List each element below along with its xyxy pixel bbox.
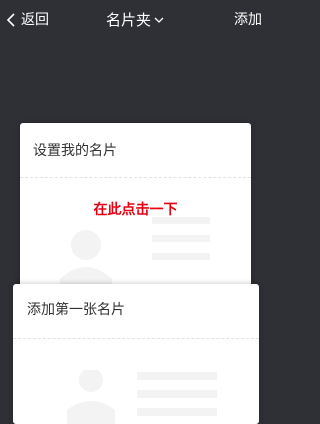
divider [20, 177, 251, 178]
chevron-down-icon [151, 16, 164, 24]
card-placeholder-illustration [63, 368, 233, 424]
navigation-bar: 返回 名片夹 添加 [0, 0, 270, 40]
divider [13, 338, 259, 339]
page-title: 名片夹 [105, 11, 151, 29]
title-dropdown[interactable]: 名片夹 [0, 10, 270, 30]
add-card-title: 添加第一张名片 [27, 302, 125, 318]
add-first-card[interactable]: 添加第一张名片 [13, 284, 259, 424]
setup-card-title: 设置我的名片 [33, 143, 117, 159]
add-button[interactable]: 添加 [234, 10, 262, 30]
